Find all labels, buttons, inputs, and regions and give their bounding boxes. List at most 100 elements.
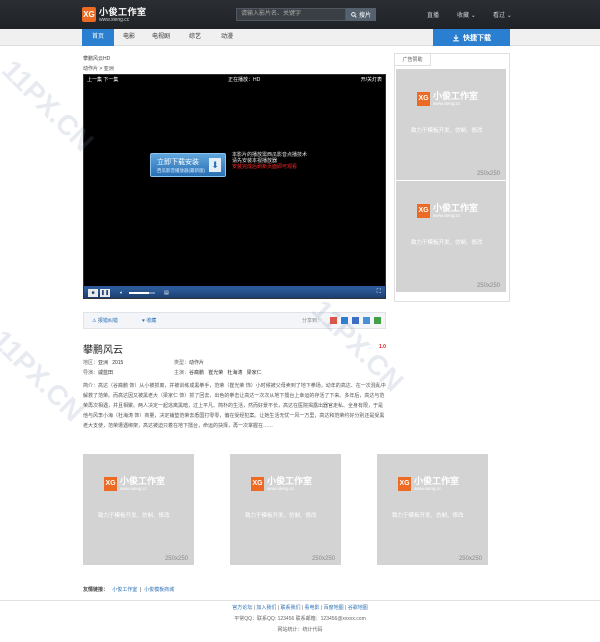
ad-logo-text: 小俊工作室 www.xieng.cc — [433, 203, 478, 218]
footer-link-4[interactable]: 看电影 — [305, 605, 320, 611]
footer-link-3[interactable]: 联系我们 — [280, 605, 300, 611]
ad-logo-domain: www.xieng.cc — [120, 486, 148, 491]
chevron-down-icon: ⌄ — [470, 13, 476, 19]
ad-logo: XG 小俊工作室 www.xieng.cc — [251, 476, 312, 491]
report-label: 报错纠错 — [97, 318, 118, 324]
ad-size-label: 250x250 — [476, 171, 500, 177]
nav-item-tv[interactable]: 电视剧 — [144, 29, 178, 46]
bottom-ad-2[interactable]: XG 小俊工作室 www.xieng.cc 致力于模板开发、仿制、修改 250x250 — [230, 454, 341, 565]
search-input[interactable]: 请输入影片名、关键字 — [236, 8, 346, 21]
nav-item-variety[interactable]: 综艺 — [180, 29, 210, 46]
search-button[interactable]: 搜片 — [346, 8, 376, 21]
ad-logo-mark: XG — [398, 476, 411, 491]
actor-label: 主演： — [174, 370, 190, 376]
stop-icon[interactable]: ■ — [88, 289, 98, 297]
ad-logo-text: 小俊工作室 www.xieng.cc — [414, 476, 459, 491]
share-qzone-icon[interactable] — [330, 317, 337, 324]
quick-download-label: 快捷下载 — [463, 34, 491, 42]
ad-logo: XG 小俊工作室 www.xieng.cc — [398, 476, 459, 491]
share-weibo-icon[interactable] — [341, 317, 348, 324]
nav-item-anime[interactable]: 动漫 — [212, 29, 242, 46]
logo-name: 小俊工作室 — [99, 6, 147, 17]
top-link-history-label: 看过 — [493, 13, 506, 19]
toggle-lights[interactable]: 开/关灯表 — [361, 76, 382, 83]
ad-slogan: 致力于模板开发、仿制、修改 — [411, 240, 483, 246]
ad-slogan: 致力于模板开发、仿制、修改 — [411, 128, 483, 134]
search-icon — [351, 11, 357, 18]
movie-description: 简介：高达（谷裔鹏 饰）从小被抓离，并被训练成黑拳手，范荣（崔光荣 饰）小时候被… — [83, 381, 386, 431]
type-value[interactable]: 动作片 — [189, 360, 204, 366]
nav-item-home[interactable]: 首页 — [82, 29, 114, 46]
friend-links-label: 友情链接： — [83, 587, 109, 593]
download-arrow-icon: ⬇ — [209, 158, 221, 172]
actor-1[interactable]: 谷裔鹏 — [189, 370, 204, 376]
share-label: 分享到： — [302, 318, 323, 324]
install-button-label: 立即下载安装 — [157, 159, 199, 166]
ad-size-label: 250x250 — [164, 556, 188, 562]
footer-link-1[interactable]: 官方论坛 — [232, 605, 252, 611]
director-value[interactable]: 戚蓝田 — [98, 370, 113, 376]
actor-4[interactable]: 梁家仁 — [247, 370, 262, 376]
top-link-favorites[interactable]: 收藏 ⌄ — [457, 10, 476, 19]
site-logo[interactable]: XG 小俊工作室 www.xieng.cc — [82, 5, 147, 24]
bottom-ad-1[interactable]: XG 小俊工作室 www.xieng.cc 致力于模板开发、仿制、修改 250x250 — [83, 454, 194, 565]
ad-logo-mark: XG — [417, 203, 430, 218]
logo-mark: XG — [82, 7, 96, 22]
download-icon — [453, 34, 459, 41]
ad-logo-mark: XG — [104, 476, 117, 491]
favorite-link[interactable]: ♥ 收藏 — [142, 317, 156, 324]
top-link-favorites-label: 收藏 — [457, 13, 470, 19]
share-icons — [330, 317, 381, 324]
prev-next-episode[interactable]: 上一集 下一集 — [87, 76, 118, 83]
ad-slogan: 致力于模板开发、仿制、修改 — [245, 513, 317, 519]
ad-logo-domain: www.xieng.cc — [267, 486, 295, 491]
friend-link-2[interactable]: 小俊模板商城 — [144, 587, 174, 593]
heart-icon: ♥ — [142, 318, 145, 324]
ad-logo-text: 小俊工作室 www.xieng.cc — [267, 476, 312, 491]
volume-icon[interactable]: 🔈︎ — [120, 290, 123, 296]
quick-download-button[interactable]: 快捷下载 — [433, 29, 510, 46]
share-renren-icon[interactable] — [363, 317, 370, 324]
fullscreen-icon[interactable]: ⛶ — [377, 289, 381, 296]
playlist-icon[interactable]: ▤ — [164, 290, 169, 296]
player-topbar: 上一集 下一集 正在播放：HD 开/关灯表 — [84, 75, 385, 84]
ad-logo-name: 小俊工作室 — [120, 476, 166, 486]
nav-item-movies[interactable]: 电影 — [114, 29, 144, 46]
footer-link-6[interactable]: 谷歌地图 — [348, 605, 368, 611]
ad-size-label: 250x250 — [476, 283, 500, 289]
report-icon: ⚠ — [92, 318, 97, 324]
report-link[interactable]: ⚠ 报错纠错 — [92, 317, 118, 324]
breadcrumb[interactable]: 动作片 > 亚洲 — [83, 65, 114, 72]
pause-icon[interactable]: ❚❚ — [100, 289, 110, 297]
ad-logo-mark: XG — [417, 91, 430, 106]
top-header: XG 小俊工作室 www.xieng.cc 请输入影片名、关键字 搜片 直播 收… — [0, 0, 600, 29]
desc-text: 高达（谷裔鹏 饰）从小被抓离，并被训练成黑拳手，范荣（崔光荣 饰）小时候被父母卖… — [83, 383, 386, 429]
install-button-sub: 西瓜影音播放器(最新版) — [157, 168, 205, 173]
footer-stats: 网站统计：统计代码 — [277, 627, 323, 633]
sidebar-ad-2[interactable]: XG 小俊工作室 www.xieng.cc 致力于模板开发、仿制、修改 250x250 — [396, 181, 506, 292]
ad-logo-name: 小俊工作室 — [433, 91, 479, 101]
ad-logo-name: 小俊工作室 — [267, 476, 313, 486]
actor-3[interactable]: 杜海涛 — [227, 370, 242, 376]
volume-slider[interactable] — [129, 292, 155, 294]
top-link-live[interactable]: 直播 — [427, 10, 439, 19]
share-wechat-icon[interactable] — [374, 317, 381, 324]
sidebar-ad-1[interactable]: XG 小俊工作室 www.xieng.cc 致力于模板开发、仿制、修改 250x250 — [396, 69, 506, 180]
share-tqq-icon[interactable] — [352, 317, 359, 324]
install-player-button[interactable]: 立即下载安装 西瓜影音播放器(最新版) ⬇ — [150, 153, 226, 177]
video-player[interactable]: 上一集 下一集 正在播放：HD 开/关灯表 立即下载安装 西瓜影音播放器(最新版… — [83, 74, 386, 299]
ad-logo-mark: XG — [251, 476, 264, 491]
now-playing: 正在播放：HD — [228, 77, 261, 83]
player-controls: ■ ❚❚ 🔈︎ ▤ ⛶ — [84, 288, 385, 298]
friend-link-1[interactable]: 小俊工作室 — [112, 587, 137, 593]
top-link-history[interactable]: 看过 ⌄ — [493, 10, 512, 19]
bottom-ad-3[interactable]: XG 小俊工作室 www.xieng.cc 致力于模板开发、仿制、修改 250x250 — [377, 454, 488, 565]
ad-slogan: 致力于模板开发、仿制、修改 — [98, 513, 170, 519]
footer-link-5[interactable]: 百度地图 — [324, 605, 344, 611]
watermark: 11PX.CN — [0, 323, 90, 428]
region-value[interactable]: 亚洲 — [98, 360, 108, 366]
footer-link-2[interactable]: 加入我们 — [256, 605, 276, 611]
footer-contact: 平常QQ：联系QQ: 123456 联系邮箱：123456@xxxxx.com — [234, 616, 366, 622]
actor-2[interactable]: 崔光荣 — [208, 370, 223, 376]
ad-logo-text: 小俊工作室 www.xieng.cc — [433, 91, 478, 106]
